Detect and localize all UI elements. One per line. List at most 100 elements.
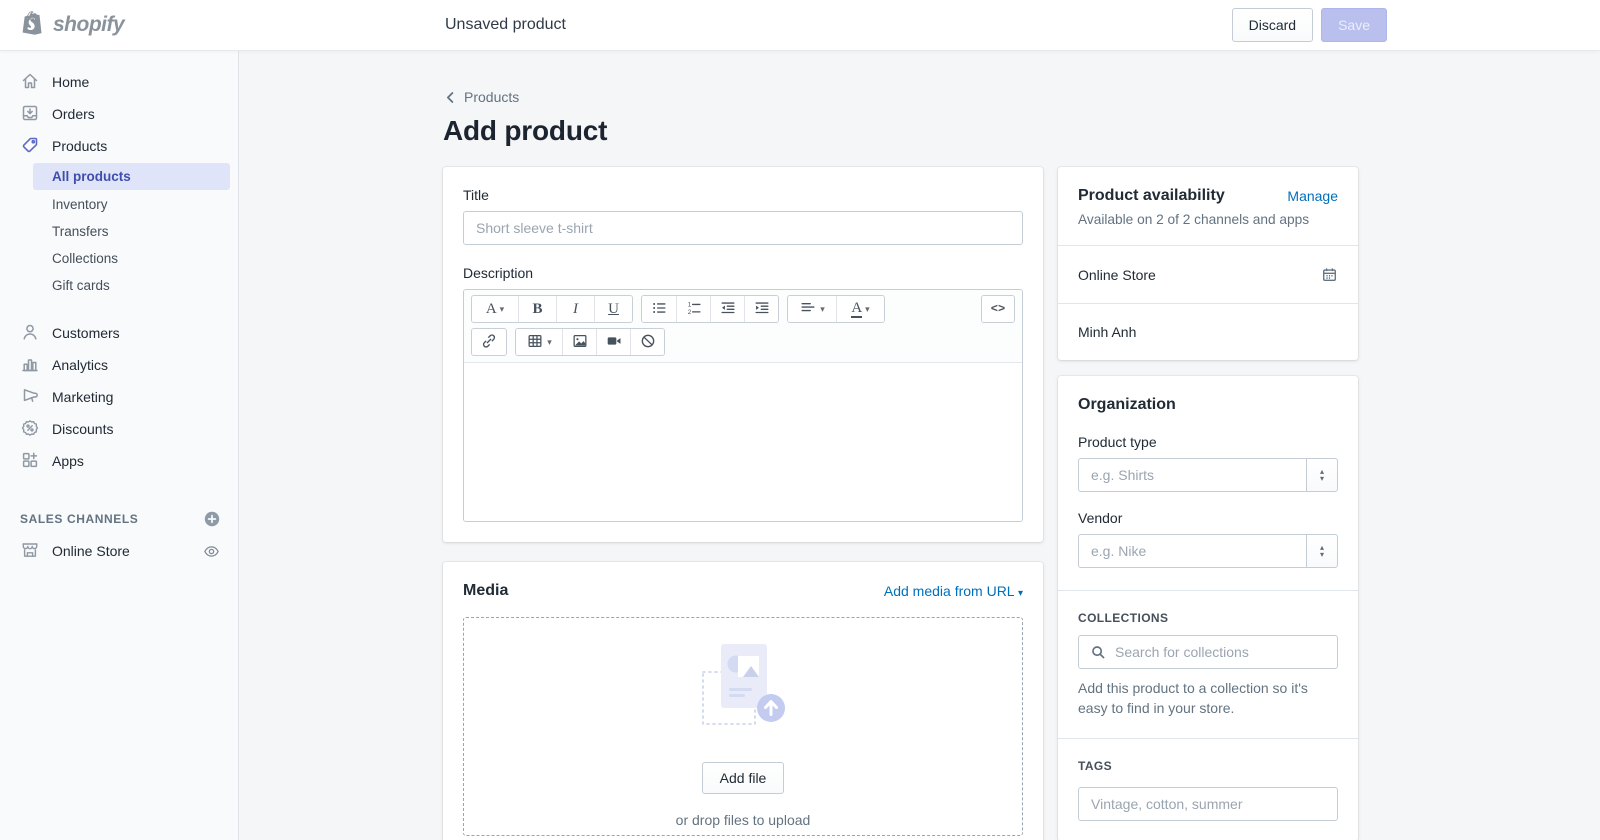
availability-subtitle: Available on 2 of 2 channels and apps (1078, 212, 1338, 227)
caret-down-icon: ▾ (1018, 588, 1023, 599)
discard-button[interactable]: Discard (1232, 8, 1313, 42)
tags-label: TAGS (1078, 759, 1338, 773)
sidebar-item-label: Analytics (52, 357, 108, 373)
italic-icon: I (573, 301, 578, 318)
channel-row-online-store: Online Store (1058, 245, 1358, 303)
collections-search-input[interactable] (1078, 635, 1338, 669)
editor-outdent-button[interactable] (710, 296, 744, 322)
sidebar-item-products[interactable]: Products (0, 130, 238, 162)
topbar: shopify Unsaved product Discard Save (0, 0, 1600, 50)
sidebar-item-transfers[interactable]: Transfers (0, 218, 238, 245)
editor-numbered-list-button[interactable]: 12 (676, 296, 710, 322)
sidebar-item-label: Discounts (52, 421, 113, 437)
collections-help-text: Add this product to a collection so it's… (1078, 678, 1338, 718)
editor-underline-button[interactable]: U (594, 296, 632, 322)
bulleted-list-icon (650, 299, 668, 320)
shopify-logo[interactable]: shopify (0, 10, 238, 41)
editor-text-style-button[interactable]: A ▾ (472, 296, 518, 322)
editor-table-button[interactable]: ▾ (516, 329, 562, 355)
products-tag-icon (20, 135, 40, 158)
editor-alignment-button[interactable]: ▾ (788, 296, 836, 322)
editor-toolbar: A ▾ B I U (464, 290, 1022, 363)
caret-down-icon: ▾ (865, 305, 870, 314)
sidebar-item-analytics[interactable]: Analytics (0, 349, 238, 381)
editor-indent-button[interactable] (744, 296, 778, 322)
sidebar-item-gift-cards[interactable]: Gift cards (0, 272, 238, 299)
media-dropzone[interactable]: Add file or drop files to upload (463, 617, 1023, 836)
sidebar-item-marketing[interactable]: Marketing (0, 381, 238, 413)
sidebar-item-apps[interactable]: Apps (0, 445, 238, 477)
sidebar-item-online-store[interactable]: Online Store (0, 535, 238, 567)
product-type-stepper[interactable]: ▴ ▾ (1306, 458, 1338, 492)
page-title: Add product (443, 115, 1600, 147)
sidebar-item-label: Customers (52, 325, 120, 341)
page-status-title: Unsaved product (445, 16, 566, 34)
description-editor: A ▾ B I U (463, 289, 1023, 522)
add-file-button[interactable]: Add file (702, 762, 785, 794)
manage-availability-link[interactable]: Manage (1287, 188, 1338, 204)
sidebar-item-home[interactable]: Home (0, 66, 238, 98)
vendor-input[interactable] (1078, 534, 1306, 568)
editor-text-color-button[interactable]: A ▾ (836, 296, 884, 322)
product-details-card: Title Description A ▾ B (443, 167, 1043, 542)
discounts-icon (20, 418, 40, 441)
sidebar-item-label: Products (52, 138, 107, 154)
code-icon: <> (991, 302, 1005, 316)
products-subnav: All products Inventory Transfers Collect… (0, 163, 238, 303)
tags-section: TAGS (1058, 738, 1358, 840)
main-content: Products Add product Title Description A (239, 50, 1600, 840)
text-style-icon: A (486, 301, 497, 318)
title-input[interactable] (463, 211, 1023, 245)
vendor-stepper[interactable]: ▴ ▾ (1306, 534, 1338, 568)
product-type-label: Product type (1078, 434, 1338, 450)
sidebar: Home Orders Products All products Invent… (0, 50, 239, 840)
customers-icon (20, 322, 40, 345)
add-sales-channel-button[interactable] (204, 511, 220, 527)
outdent-icon (719, 299, 737, 320)
analytics-icon (20, 354, 40, 377)
sidebar-item-customers[interactable]: Customers (0, 317, 238, 349)
editor-code-view-button[interactable]: <> (982, 296, 1014, 322)
orders-icon (20, 103, 40, 126)
align-left-icon (799, 299, 817, 320)
calendar-icon[interactable] (1321, 266, 1338, 283)
video-icon (605, 332, 623, 353)
channel-name: Minh Anh (1078, 324, 1136, 340)
image-icon (571, 332, 589, 353)
collections-section: COLLECTIONS Add this product to a collec… (1058, 590, 1358, 738)
editor-bold-button[interactable]: B (518, 296, 556, 322)
caret-down-icon: ▾ (820, 305, 825, 314)
sidebar-item-label: Online Store (52, 543, 203, 559)
sidebar-item-inventory[interactable]: Inventory (0, 191, 238, 218)
editor-insert-image-button[interactable] (562, 329, 596, 355)
back-chevron-icon (443, 90, 458, 105)
product-type-input[interactable] (1078, 458, 1306, 492)
breadcrumb[interactable]: Products (443, 89, 519, 105)
sidebar-item-discounts[interactable]: Discounts (0, 413, 238, 445)
vendor-label: Vendor (1078, 510, 1338, 526)
editor-bulleted-list-button[interactable] (642, 296, 676, 322)
shopify-wordmark: shopify (53, 13, 124, 37)
topbar-actions: Discard Save (1232, 8, 1387, 42)
caret-down-icon: ▾ (500, 305, 505, 314)
marketing-megaphone-icon (20, 386, 40, 409)
sidebar-item-label: Home (52, 74, 89, 90)
tags-input[interactable] (1078, 787, 1338, 821)
view-store-eye-icon[interactable] (203, 543, 220, 560)
editor-italic-button[interactable]: I (556, 296, 594, 322)
description-label: Description (463, 265, 1023, 281)
sidebar-item-collections[interactable]: Collections (0, 245, 238, 272)
editor-insert-video-button[interactable] (596, 329, 630, 355)
editor-clear-formatting-button[interactable] (630, 329, 664, 355)
bold-icon: B (532, 301, 542, 318)
sidebar-item-label: Orders (52, 106, 95, 122)
save-button[interactable]: Save (1321, 8, 1387, 42)
editor-link-button[interactable] (472, 329, 506, 355)
add-media-from-url-link[interactable]: Add media from URL ▾ (884, 583, 1023, 599)
description-textarea[interactable] (464, 363, 1022, 521)
sidebar-item-all-products[interactable]: All products (33, 163, 230, 190)
online-store-icon (20, 540, 40, 563)
sidebar-item-orders[interactable]: Orders (0, 98, 238, 130)
channel-name: Online Store (1078, 267, 1156, 283)
media-title: Media (463, 582, 508, 600)
